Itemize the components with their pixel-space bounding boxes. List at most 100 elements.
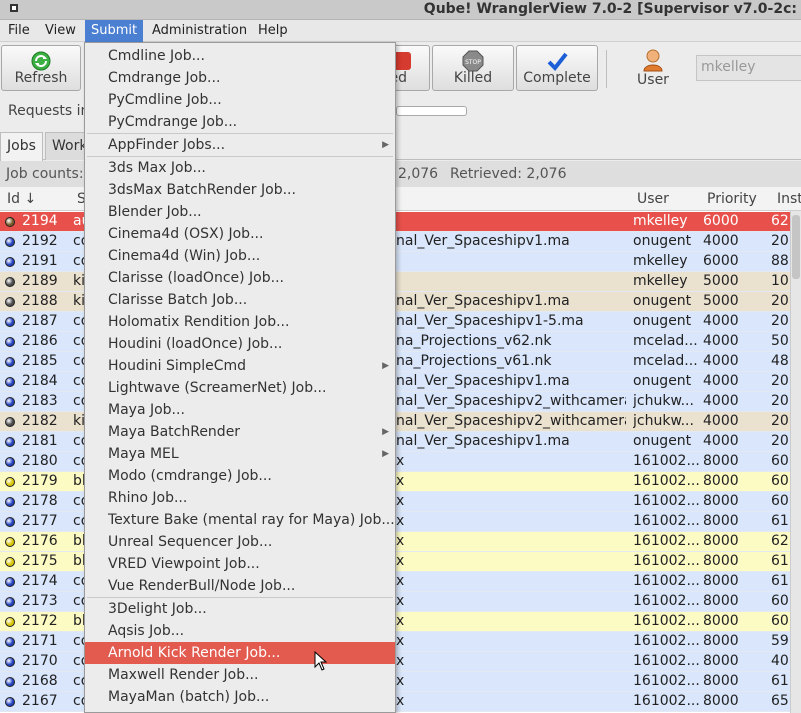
cell-user: mkelley	[633, 213, 688, 229]
cell-name: nal_Ver_Spaceshipv1.ma	[396, 233, 570, 249]
menu-item[interactable]: Maya Job...	[85, 399, 395, 421]
menu-item[interactable]: Clarisse Batch Job...	[85, 289, 395, 311]
menu-item[interactable]: MayaMan (batch) Job...	[85, 686, 395, 708]
menu-item[interactable]: Blender Job...	[85, 201, 395, 223]
menu-item-label: Maya BatchRender	[108, 424, 241, 440]
menu-item[interactable]: Arnold Kick Render Job...	[85, 642, 395, 664]
cell-inst: 60	[771, 593, 789, 609]
menu-item[interactable]: Maxwell Render Job...	[85, 664, 395, 686]
vertical-scrollbar[interactable]	[790, 211, 801, 713]
menu-item[interactable]: PyCmdrange Job...	[85, 111, 395, 133]
cell-id: 2174	[22, 573, 58, 589]
menu-item[interactable]: Maya BatchRender ▶	[85, 421, 395, 443]
menu-item[interactable]: Maya MEL ▶	[85, 443, 395, 465]
menu-item-label: Maxwell Render Job...	[108, 667, 259, 683]
menu-item-label: Cmdrange Job...	[108, 70, 221, 86]
status-dot-icon	[5, 357, 15, 367]
col-id[interactable]: Id ↓	[7, 191, 36, 207]
cell-inst: 50	[771, 333, 789, 349]
cell-name: x	[396, 453, 405, 469]
menu-item[interactable]: Cinema4d (Win) Job...	[85, 245, 395, 267]
menu-item[interactable]: 3dsMax BatchRender Job...	[85, 179, 395, 201]
menu-item[interactable]: 3ds Max Job...	[85, 157, 395, 179]
cell-user: jchukw...	[633, 393, 694, 409]
cell-inst: 61	[771, 513, 789, 529]
status-dot-icon	[5, 477, 15, 487]
scrollbar-thumb[interactable]	[792, 215, 800, 279]
user-button[interactable]: User	[628, 46, 678, 92]
cell-priority: 6000	[703, 213, 739, 229]
cell-id: 2171	[22, 633, 58, 649]
menu-item-label: Holomatix Rendition Job...	[108, 314, 290, 330]
col-instances[interactable]: Inst	[777, 191, 801, 207]
menu-item[interactable]: Cmdline Job...	[85, 45, 395, 67]
status-dot-icon	[5, 397, 15, 407]
user-filter-field[interactable]: mkelley	[696, 55, 801, 81]
menu-item[interactable]: Texture Bake (mental ray for Maya) Job..…	[85, 509, 395, 531]
status-dot-icon	[5, 257, 15, 267]
cell-id: 2192	[22, 233, 58, 249]
menu-item-label: Houdini SimpleCmd	[108, 358, 247, 374]
cell-name: nal_Ver_Spaceshipv2_withcamera...	[396, 393, 626, 409]
submenu-arrow-icon: ▶	[382, 449, 389, 459]
cell-name: x	[396, 633, 405, 649]
menu-administration[interactable]: Administration	[146, 20, 253, 42]
cell-id: 2167	[22, 693, 58, 709]
cell-id: 2176	[22, 533, 58, 549]
cell-user: 161002...	[633, 593, 700, 609]
cell-priority: 8000	[703, 673, 739, 689]
menu-item[interactable]: Houdini (loadOnce) Job...	[85, 333, 395, 355]
menu-item[interactable]: Vue RenderBull/Node Job...	[85, 575, 395, 597]
menu-item[interactable]: Rhino Job...	[85, 487, 395, 509]
menu-item[interactable]: Cinema4d (OSX) Job...	[85, 223, 395, 245]
cell-inst: 20	[771, 393, 789, 409]
menu-item[interactable]: Lightwave (ScreamerNet) Job...	[85, 377, 395, 399]
refresh-button[interactable]: Refresh	[1, 45, 81, 91]
menu-file[interactable]: File	[2, 20, 36, 42]
window-menu-icon[interactable]	[10, 4, 18, 12]
menu-item-label: Lightwave (ScreamerNet) Job...	[108, 380, 327, 396]
status-dot-icon	[5, 297, 15, 307]
menu-item[interactable]: Houdini SimpleCmd ▶	[85, 355, 395, 377]
cell-id: 2177	[22, 513, 58, 529]
col-user[interactable]: User	[637, 191, 669, 207]
cell-priority: 8000	[703, 553, 739, 569]
cell-priority: 4000	[703, 333, 739, 349]
cell-inst: 61	[771, 553, 789, 569]
refresh-icon	[31, 51, 51, 71]
menu-view[interactable]: View	[39, 20, 82, 42]
menu-item-label: Houdini (loadOnce) Job...	[108, 336, 283, 352]
menu-item[interactable]: Unreal Sequencer Job...	[85, 531, 395, 553]
complete-button[interactable]: Complete	[516, 45, 598, 91]
status-dot-icon	[5, 577, 15, 587]
tab-jobs[interactable]: Jobs	[0, 132, 43, 161]
menu-item-label: Cinema4d (OSX) Job...	[108, 226, 264, 242]
cell-id: 2186	[22, 333, 58, 349]
menu-item[interactable]: AppFinder Jobs... ▶	[85, 134, 395, 156]
cell-user: onugent	[633, 313, 692, 329]
menu-item[interactable]: PyCmdline Job...	[85, 89, 395, 111]
status-dot-icon	[5, 417, 15, 427]
col-priority[interactable]: Priority	[707, 191, 757, 207]
svg-text:STOP: STOP	[465, 59, 481, 66]
menu-item-label: 3dsMax BatchRender Job...	[108, 182, 296, 198]
menu-item[interactable]: Holomatix Rendition Job...	[85, 311, 395, 333]
cell-name: x	[396, 573, 405, 589]
cell-user: 161002...	[633, 473, 700, 489]
menu-item[interactable]: Aqsis Job...	[85, 620, 395, 642]
menu-item[interactable]: VRED Viewpoint Job...	[85, 553, 395, 575]
cell-name: nal_Ver_Spaceshipv1.ma	[396, 293, 570, 309]
menu-item-label: Modo (cmdrange) Job...	[108, 468, 272, 484]
menu-help[interactable]: Help	[252, 20, 294, 42]
menu-item[interactable]: 3Delight Job...	[85, 598, 395, 620]
cell-priority: 8000	[703, 453, 739, 469]
killed-button[interactable]: STOP Killed	[432, 45, 514, 91]
cell-inst: 88	[771, 253, 789, 269]
status-dot-icon	[5, 317, 15, 327]
menu-item[interactable]: Modo (cmdrange) Job...	[85, 465, 395, 487]
menu-submit[interactable]: Submit	[85, 20, 144, 42]
menu-item[interactable]: Clarisse (loadOnce) Job...	[85, 267, 395, 289]
cell-inst: 20	[771, 313, 789, 329]
menu-item[interactable]: Cmdrange Job...	[85, 67, 395, 89]
cell-name: x	[396, 553, 405, 569]
